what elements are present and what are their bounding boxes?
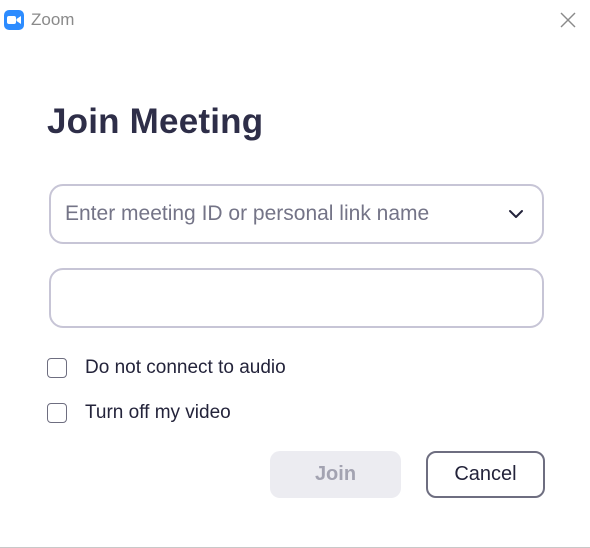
app-title: Zoom: [31, 10, 75, 29]
no-audio-label: Do not connect to audio: [85, 357, 286, 378]
display-name-input[interactable]: [65, 270, 525, 326]
meeting-id-input[interactable]: [65, 186, 485, 242]
join-button[interactable]: Join: [270, 451, 401, 498]
title-bar: Zoom: [0, 0, 590, 40]
no-audio-option[interactable]: Do not connect to audio: [47, 355, 286, 381]
page-title: Join Meeting: [47, 102, 264, 141]
zoom-camera-icon: [4, 10, 24, 30]
video-off-label: Turn off my video: [85, 402, 231, 423]
video-off-option[interactable]: Turn off my video: [47, 400, 231, 426]
no-audio-checkbox[interactable]: [47, 358, 67, 378]
cancel-button[interactable]: Cancel: [426, 451, 545, 498]
meeting-id-combobox[interactable]: [49, 184, 544, 244]
join-meeting-window: Zoom Join Meeting Do not connect to audi…: [0, 0, 590, 548]
video-off-checkbox[interactable]: [47, 403, 67, 423]
close-icon[interactable]: [556, 8, 580, 32]
display-name-field[interactable]: [49, 268, 544, 328]
chevron-down-icon[interactable]: [508, 206, 524, 222]
